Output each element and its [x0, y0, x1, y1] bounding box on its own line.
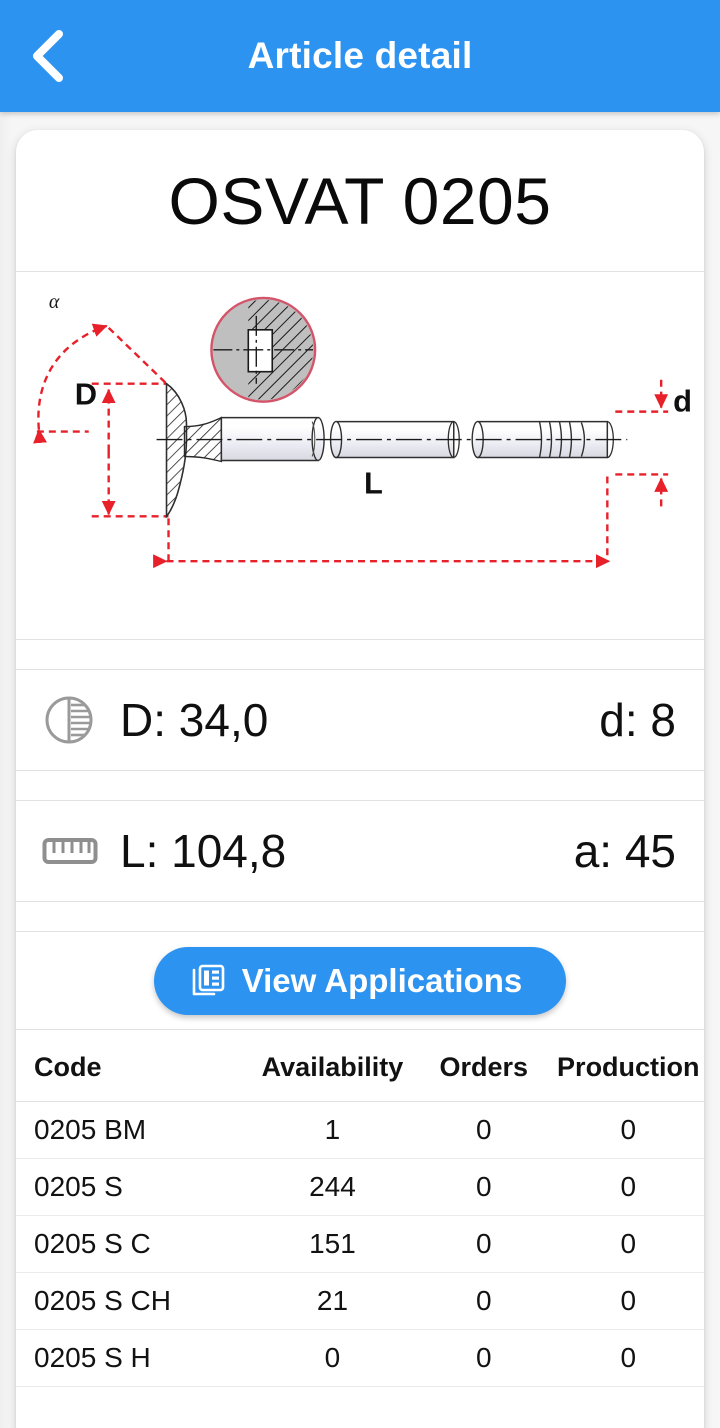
cell-production: 0	[552, 1272, 704, 1330]
valve-drawing-svg: α D L d	[33, 291, 692, 569]
valve-head	[165, 382, 325, 519]
spec-value-D: D: 34,0	[120, 694, 269, 746]
drawing-label-L: L	[364, 465, 383, 500]
cell-production: 0	[552, 1329, 704, 1387]
cell-availability: 0	[249, 1329, 416, 1387]
cell-production: 0	[552, 1101, 704, 1159]
drawing-label-D: D	[75, 377, 97, 412]
table-header-production: Production	[552, 1030, 704, 1102]
table-header-row: Code Availability Orders Production	[16, 1030, 704, 1102]
cell-orders: 0	[415, 1329, 553, 1387]
stock-table: Code Availability Orders Production 0205…	[16, 1030, 704, 1387]
spec-row-diameter: D: 34,0 d: 8	[16, 670, 704, 771]
cell-availability: 151	[249, 1215, 416, 1273]
page-title: Article detail	[247, 35, 473, 76]
cell-orders: 0	[415, 1272, 553, 1330]
cell-orders: 0	[415, 1101, 553, 1159]
chevron-left-icon	[27, 30, 69, 82]
table-header-orders: Orders	[415, 1030, 553, 1102]
view-applications-label: View Applications	[241, 962, 523, 999]
ruler-icon	[42, 832, 104, 870]
cell-orders: 0	[415, 1215, 553, 1273]
view-applications-button[interactable]: View Applications	[153, 946, 567, 1015]
cell-orders: 0	[415, 1158, 553, 1216]
cell-availability: 21	[249, 1272, 416, 1330]
table-header-code: Code	[16, 1030, 250, 1102]
app-bar: Article detail	[0, 0, 720, 112]
divider-strip-top	[16, 640, 704, 670]
article-title-block: OSVAT 0205	[16, 130, 704, 272]
article-list-icon	[190, 963, 226, 999]
table-header-availability: Availability	[249, 1030, 416, 1102]
table-row[interactable]: 0205 S C 151 0 0	[16, 1215, 704, 1273]
article-title: OSVAT 0205	[168, 163, 552, 238]
cell-code: 0205 S	[16, 1158, 250, 1216]
table-row[interactable]: 0205 BM 1 0 0	[16, 1101, 704, 1159]
drawing-label-d: d	[673, 384, 692, 419]
spec-value-a: a: 45	[573, 825, 676, 877]
cell-code: 0205 BM	[16, 1101, 250, 1159]
spec-value-L: L: 104,8	[120, 825, 287, 877]
cell-availability: 1	[249, 1101, 416, 1159]
diameter-contrast-icon	[42, 693, 104, 747]
spec-value-d: d: 8	[599, 694, 676, 746]
technical-drawing: α D L d	[16, 272, 704, 640]
detail-circle	[210, 296, 317, 403]
cell-code: 0205 S CH	[16, 1272, 250, 1330]
divider-strip-bottom	[16, 902, 704, 932]
table-row[interactable]: 0205 S CH 21 0 0	[16, 1272, 704, 1330]
action-block: View Applications	[16, 932, 704, 1030]
article-detail-card: OSVAT 0205 α D L d D: 34,0 d: 8 L: 104,8…	[16, 130, 704, 1428]
cell-code: 0205 S C	[16, 1215, 250, 1273]
divider-strip-mid	[16, 771, 704, 801]
table-row[interactable]: 0205 S H 0 0 0	[16, 1329, 704, 1387]
card-footer-space	[16, 1387, 704, 1428]
cell-availability: 244	[249, 1158, 416, 1216]
cell-production: 0	[552, 1215, 704, 1273]
cell-code: 0205 S H	[16, 1329, 250, 1387]
spec-row-length: L: 104,8 a: 45	[16, 801, 704, 902]
back-button[interactable]	[0, 0, 96, 112]
scroll-area[interactable]: OSVAT 0205 α D L d D: 34,0 d: 8 L: 104,8…	[0, 112, 720, 1428]
table-row[interactable]: 0205 S 244 0 0	[16, 1158, 704, 1216]
drawing-label-alpha: α	[49, 291, 60, 313]
cell-production: 0	[552, 1158, 704, 1216]
